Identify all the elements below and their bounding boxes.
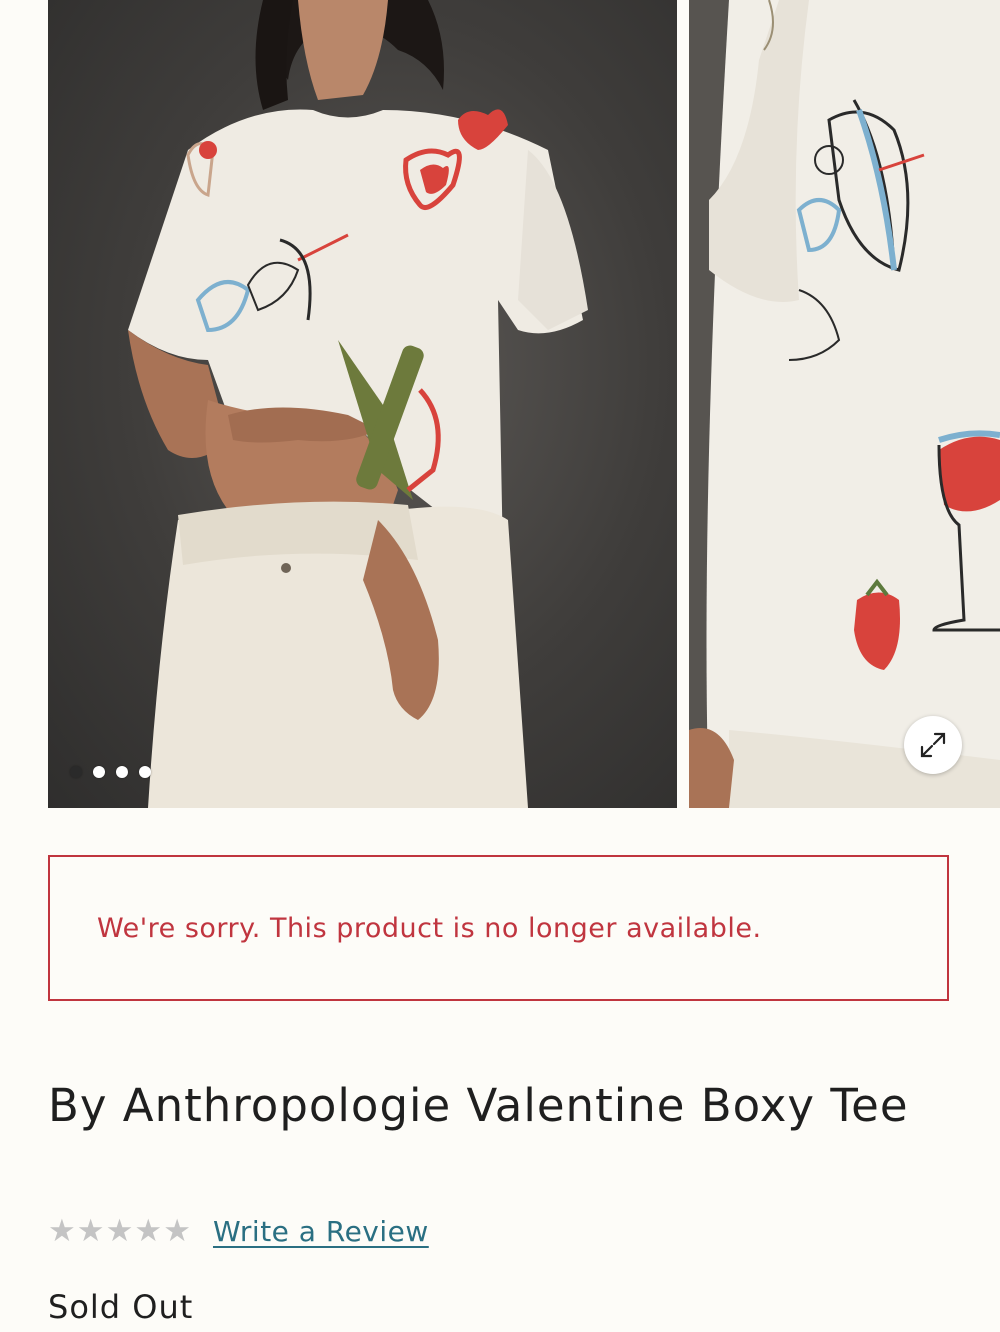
carousel-dot[interactable] bbox=[93, 766, 105, 778]
star-icon: ★ bbox=[163, 1213, 191, 1249]
rating-row: ★ ★ ★ ★ ★ Write a Review bbox=[48, 1211, 429, 1251]
star-icon: ★ bbox=[48, 1213, 76, 1249]
unavailable-alert: We're sorry. This product is no longer a… bbox=[48, 855, 949, 1001]
write-review-link[interactable]: Write a Review bbox=[213, 1215, 429, 1248]
star-icon: ★ bbox=[134, 1213, 163, 1249]
carousel-dots[interactable] bbox=[70, 766, 151, 778]
carousel-dot[interactable] bbox=[116, 766, 128, 778]
carousel-dot[interactable] bbox=[139, 766, 151, 778]
product-title: By Anthropologie Valentine Boxy Tee bbox=[48, 1079, 909, 1132]
star-rating: ★ ★ ★ ★ ★ bbox=[48, 1211, 191, 1251]
product-image-gallery[interactable] bbox=[48, 0, 1000, 808]
alert-message: We're sorry. This product is no longer a… bbox=[97, 913, 762, 944]
availability-status: Sold Out bbox=[48, 1288, 194, 1326]
product-photo-front[interactable] bbox=[48, 0, 677, 808]
carousel-dot[interactable] bbox=[70, 766, 82, 778]
expand-arrows-icon bbox=[920, 732, 946, 758]
product-photo-detail[interactable] bbox=[689, 0, 1000, 808]
product-page: We're sorry. This product is no longer a… bbox=[0, 0, 1000, 1332]
model-illustration bbox=[128, 0, 588, 808]
shirt-detail-illustration bbox=[689, 0, 1000, 808]
expand-image-button[interactable] bbox=[904, 716, 962, 774]
star-icon: ★ bbox=[76, 1213, 105, 1249]
star-icon: ★ bbox=[105, 1213, 134, 1249]
